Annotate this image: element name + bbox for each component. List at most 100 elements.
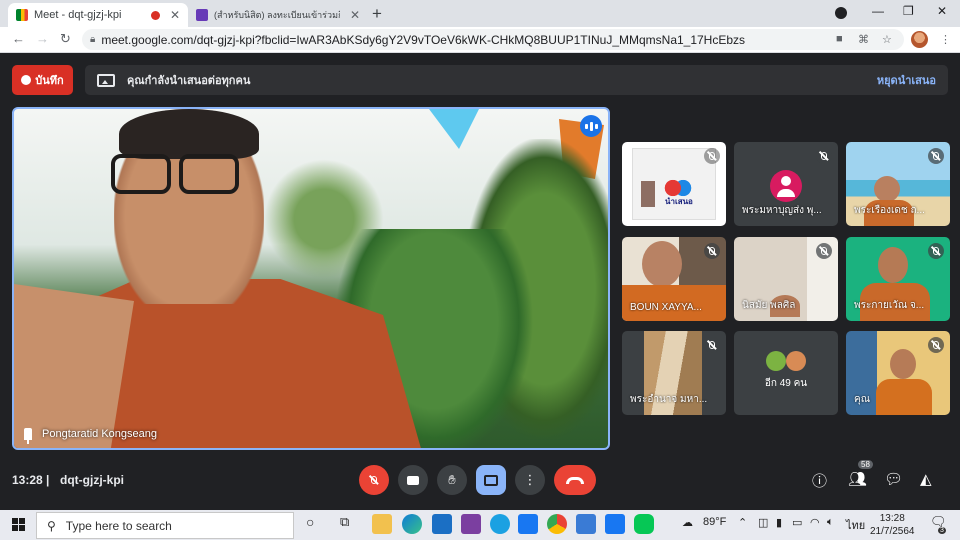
participant-tile[interactable]: พระเรืองเดช ถ... — [846, 142, 950, 226]
facebook-icon[interactable] — [605, 514, 625, 534]
bookmark-star-icon[interactable]: ☆ — [882, 33, 892, 46]
reload-icon[interactable]: ↻ — [60, 31, 71, 47]
skype-icon[interactable] — [490, 514, 510, 534]
weather-temp[interactable]: 89°F — [703, 516, 726, 528]
close-tab-icon[interactable]: ✕ — [170, 8, 180, 22]
participant-name: พระกายเวัณ จ... — [854, 300, 925, 311]
profile-avatar[interactable] — [911, 31, 928, 48]
clock-time: 13:28 — [879, 513, 905, 524]
participant-face — [878, 247, 908, 283]
close-window-icon[interactable]: ✕ — [937, 4, 947, 18]
photos-icon[interactable] — [576, 514, 596, 534]
chrome-icon[interactable] — [547, 514, 567, 534]
record-dot-icon — [21, 75, 32, 85]
participants-badge: 58 — [858, 460, 873, 469]
windows-start-icon[interactable] — [12, 518, 25, 531]
language-indicator[interactable]: ไทย — [846, 516, 865, 534]
participant-tile[interactable]: พระกายเวัณ จ... — [846, 237, 950, 321]
onenote-icon[interactable] — [461, 514, 481, 534]
speaker-glasses — [111, 154, 251, 196]
camera-icon — [407, 475, 419, 485]
record-label: บันทึก — [35, 75, 64, 87]
phone-icon[interactable]: ▮ — [776, 516, 782, 529]
speaking-indicator-icon — [580, 115, 602, 137]
meeting-details-icon[interactable]: ⓘ — [812, 470, 827, 491]
tab-search-icon[interactable] — [835, 7, 847, 19]
restore-icon[interactable]: ❐ — [903, 4, 914, 18]
forward-icon[interactable]: → — [36, 31, 49, 46]
record-button[interactable]: บันทึก — [12, 65, 73, 95]
activities-icon[interactable]: ◭ — [920, 470, 932, 488]
present-now-button[interactable] — [476, 465, 506, 495]
mute-icon — [704, 243, 720, 259]
mute-icon — [704, 148, 720, 164]
translate-icon[interactable]: ⌘ — [858, 33, 869, 46]
slide-text: นำเสนอ — [665, 197, 693, 206]
wifi-icon[interactable]: ◠ — [810, 516, 820, 529]
stop-presenting-button[interactable]: หยุดนำเสนอ — [877, 71, 936, 89]
volume-icon[interactable]: 🔈︎ — [827, 516, 834, 529]
meeting-time: 13:28 — [12, 473, 43, 487]
edge-icon[interactable] — [402, 514, 422, 534]
more-options-button[interactable]: ⋮ — [515, 465, 545, 495]
participant-tile[interactable]: BOUN XAYYA... — [622, 237, 726, 321]
camera-toggle-button[interactable] — [398, 465, 428, 495]
participant-name: คุณ — [854, 394, 870, 405]
tab-form[interactable]: (สำหรับนิสิต) ลงทะเบียนเข้าร่วมกิจกรรม ✕ — [188, 3, 368, 27]
present-icon — [484, 474, 498, 486]
meet-favicon-icon — [16, 9, 28, 21]
menu-dots-icon[interactable]: ⋮ — [940, 33, 951, 46]
participant-name: BOUN XAYYA... — [630, 302, 702, 313]
camera-in-use-icon[interactable]: ■ — [836, 33, 843, 45]
mic-toggle-button[interactable] — [359, 465, 389, 495]
more-participants-count: อีก 49 คน — [764, 378, 808, 389]
presenting-text: คุณกำลังนำเสนอต่อทุกคน — [127, 75, 251, 87]
weather-icon[interactable]: ☁︎ — [682, 516, 693, 529]
participant-tile[interactable]: นำเสนอ — [622, 142, 726, 226]
new-tab-button[interactable]: + — [372, 4, 382, 24]
line-icon[interactable] — [634, 514, 654, 534]
cortana-icon[interactable]: ○ — [306, 514, 314, 530]
task-view-icon[interactable]: ⧉ — [340, 514, 349, 530]
shared-slide-thumbnail: นำเสนอ — [632, 148, 716, 220]
facebook-icon[interactable] — [518, 514, 538, 534]
tab-title: (สำหรับนิสิต) ลงทะเบียนเข้าร่วมกิจกรรม — [214, 10, 340, 20]
forms-favicon-icon — [196, 9, 208, 21]
show-hidden-icons-icon[interactable]: ⌃ — [738, 516, 747, 529]
search-placeholder: Type here to search — [65, 518, 172, 533]
mute-icon — [928, 148, 944, 164]
slide-figure — [641, 181, 655, 207]
main-video-tile[interactable]: Pongtaratid Kongseang — [12, 107, 610, 450]
participant-name: พระมหาบุญส่ง พุ... — [742, 205, 822, 216]
hang-up-icon — [566, 476, 584, 484]
clock-date: 21/7/2564 — [870, 526, 915, 537]
leave-call-button[interactable] — [554, 465, 596, 495]
minimize-icon[interactable]: — — [872, 4, 884, 18]
tab-meet[interactable]: Meet - dqt-gjzj-kpi ✕ — [8, 3, 188, 27]
avatar — [770, 170, 802, 202]
network-device-icon[interactable]: ◫ — [758, 516, 768, 529]
more-participants-tile[interactable]: อีก 49 คน — [734, 331, 838, 415]
file-explorer-icon[interactable] — [372, 514, 392, 534]
address-bar[interactable]: 🔒︎ meet.google.com/dqt-gjzj-kpi?fbclid=I… — [82, 29, 904, 50]
taskbar-search-input[interactable]: ⚲ Type here to search — [36, 512, 294, 539]
mail-icon[interactable] — [432, 514, 452, 534]
participant-tile[interactable]: พระมหาบุญส่ง พุ... — [734, 142, 838, 226]
taskbar-clock[interactable]: 13:28 21/7/2564 — [870, 512, 915, 538]
more-vert-icon: ⋮ — [523, 472, 537, 487]
lock-icon: 🔒︎ — [90, 34, 96, 45]
participant-tile[interactable]: พระอำนาจ มหา... — [622, 331, 726, 415]
back-icon[interactable]: ← — [12, 31, 25, 46]
pin-icon[interactable] — [24, 428, 32, 444]
tab-title: Meet - dqt-gjzj-kpi — [34, 9, 122, 21]
people-icon[interactable]: 👥︎ — [848, 470, 867, 488]
chat-icon[interactable]: 💬︎ — [884, 470, 903, 488]
mute-icon — [928, 243, 944, 259]
participant-tile[interactable]: นิสมัย พลศิล — [734, 237, 838, 321]
self-tile[interactable]: คุณ — [846, 331, 950, 415]
battery-icon[interactable]: ▭ — [792, 516, 802, 529]
raise-hand-button[interactable]: ✋︎ — [437, 465, 467, 495]
mic-off-icon — [371, 476, 377, 484]
presenting-banner: คุณกำลังนำเสนอต่อทุกคน หยุดนำเสนอ — [85, 65, 948, 95]
close-tab-icon[interactable]: ✕ — [350, 8, 360, 22]
